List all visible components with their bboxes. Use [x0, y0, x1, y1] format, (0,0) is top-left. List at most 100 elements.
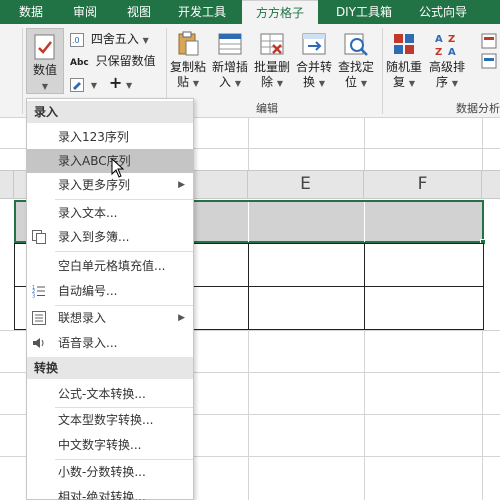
menu-item-label: 联想录入: [58, 311, 107, 325]
analysis-icon: [481, 33, 497, 69]
chevron-down-icon[interactable]: ▼: [126, 81, 132, 90]
round-icon: .0: [70, 32, 84, 47]
chevron-down-icon: ▼: [142, 36, 149, 45]
menu-item-label: 录入到多簿...: [58, 230, 130, 244]
table-border: [248, 243, 249, 330]
chevron-down-icon: ▼: [408, 79, 415, 88]
svg-text:Z: Z: [435, 47, 442, 58]
group-edit-label: 编辑: [256, 102, 278, 115]
merge-convert-label-1: 合并转: [295, 60, 332, 74]
copy-paste-label-2: 贴: [177, 75, 190, 89]
tab-view[interactable]: 视图: [116, 0, 162, 24]
random-repeat-button[interactable]: 随机重 复 ▼: [384, 30, 424, 91]
menu-item-relative-absolute[interactable]: 相对-绝对转换...: [27, 485, 193, 500]
table-border: [14, 243, 15, 330]
insert-button[interactable]: 新增插 入 ▼: [210, 30, 250, 91]
copy-paste-label-1: 复制粘: [169, 60, 206, 74]
batch-delete-label-2: 除: [261, 75, 274, 89]
menu-item-associate-input[interactable]: 联想录入 ▶: [27, 306, 193, 330]
menu-item-input-more[interactable]: 录入更多序列 ▶: [27, 173, 193, 197]
menu-item-input-abc[interactable]: 录入ABC序列: [27, 149, 193, 173]
grid-line: [482, 118, 483, 170]
menu-item-formula-text[interactable]: 公式-文本转换...: [27, 382, 193, 406]
svg-text:3: 3: [32, 294, 35, 299]
menu-item-label: 小数-分数转换...: [58, 465, 146, 479]
shuzhi-button[interactable]: 数值 ▼: [26, 28, 64, 94]
shuzhi-dropdown-menu: 录入 录入123序列 录入ABC序列 录入更多序列 ▶ 录入文本... 录入到多…: [26, 98, 194, 500]
random-repeat-label-1: 随机重: [385, 60, 422, 74]
insert-label-1: 新增插: [211, 60, 248, 74]
grid-line: [248, 330, 249, 500]
chevron-down-icon: ▼: [192, 79, 199, 88]
menu-item-label: 录入文本...: [58, 206, 118, 220]
insert-label-2: 入: [219, 75, 232, 89]
form-icon: [32, 311, 46, 325]
advanced-sort-label-1: 高级排: [428, 60, 465, 74]
menu-item-fill-blank[interactable]: 空白单元格填充值...: [27, 254, 193, 278]
column-header-f[interactable]: F: [364, 171, 482, 198]
ribbon-divider: [22, 28, 23, 114]
search-icon: [344, 33, 368, 56]
find-locate-label-1: 查找定: [337, 60, 374, 74]
menu-item-label: 公式-文本转换...: [58, 387, 146, 401]
random-repeat-label-2: 复: [393, 75, 406, 89]
speaker-icon: [33, 338, 44, 348]
menu-item-voice-input[interactable]: 语音录入...: [27, 331, 193, 355]
round-label: 四舍五入: [90, 32, 139, 46]
ribbon-divider: [382, 28, 383, 114]
insert-rows-icon: [218, 33, 242, 55]
chevron-down-icon: ▼: [234, 79, 241, 88]
menu-item-decimal-fraction[interactable]: 小数-分数转换...: [27, 460, 193, 484]
chevron-down-icon: ▼: [318, 79, 325, 88]
shuzhi-label: 数值: [32, 63, 57, 77]
copy-paste-button[interactable]: 复制粘 贴 ▼: [168, 30, 208, 91]
merge-convert-label-2: 换: [303, 75, 316, 89]
chevron-down-icon: ▼: [41, 82, 49, 91]
menu-item-label: 相对-绝对转换...: [58, 490, 146, 500]
row-header-corner: [0, 171, 14, 198]
merge-icon: [302, 33, 326, 55]
chevron-down-icon: ▼: [360, 79, 367, 88]
edit-cell-icon[interactable]: [70, 77, 84, 92]
keep-value-button[interactable]: Abc 只保留数值: [70, 52, 156, 70]
menu-item-text-number[interactable]: 文本型数字转换...: [27, 408, 193, 432]
tab-fangfang-gezi[interactable]: 方方格子: [242, 0, 318, 24]
menu-separator: [55, 251, 193, 252]
menu-section-input: 录入: [27, 101, 193, 123]
menu-item-input-123[interactable]: 录入123序列: [27, 125, 193, 149]
more-analysis-button[interactable]: [478, 32, 500, 74]
menu-item-label: 自动编号...: [58, 284, 118, 298]
find-locate-button[interactable]: 查找定 位 ▼: [336, 30, 376, 91]
tab-diy-toolbox[interactable]: DIY工具箱: [326, 0, 402, 24]
plus-icon[interactable]: +: [109, 73, 122, 92]
advanced-sort-button[interactable]: A Z Z A 高级排 序 ▼: [426, 30, 468, 91]
tab-data[interactable]: 数据: [8, 0, 54, 24]
clipboard-icon: [178, 31, 199, 56]
menu-item-input-multi-workbook[interactable]: 录入到多簿...: [27, 225, 193, 249]
menu-item-auto-number[interactable]: 1 2 3 自动编号...: [27, 279, 193, 303]
tab-formula-wizard[interactable]: 公式向导: [410, 0, 476, 24]
selection-grid-line: [248, 202, 249, 242]
menu-separator: [55, 199, 193, 200]
menu-item-input-text[interactable]: 录入文本...: [27, 201, 193, 225]
merge-convert-button[interactable]: 合并转 换 ▼: [294, 30, 334, 91]
small-tool-buttons: ▼ + ▼: [70, 74, 132, 92]
tab-review[interactable]: 审阅: [62, 0, 108, 24]
chevron-right-icon: ▶: [178, 180, 185, 190]
chevron-right-icon: ▶: [178, 313, 185, 323]
abc-icon: Abc: [70, 58, 89, 68]
tab-developer[interactable]: 开发工具: [170, 0, 234, 24]
round-button[interactable]: .0 四舍五入 ▼: [70, 30, 149, 48]
ribbon-tab-bar: 数据 审阅 视图 开发工具 方方格子 DIY工具箱 公式向导: [0, 0, 500, 24]
menu-item-label: 录入123序列: [58, 130, 129, 144]
chevron-down-icon[interactable]: ▼: [91, 81, 97, 90]
grid-line: [248, 118, 249, 170]
keep-value-label: 只保留数值: [95, 54, 156, 68]
menu-item-chinese-number[interactable]: 中文数字转换...: [27, 433, 193, 457]
numbered-list-icon: 1 2 3: [32, 285, 45, 299]
menu-item-label: 空白单元格填充值...: [58, 259, 166, 273]
batch-delete-button[interactable]: 批量删 除 ▼: [252, 30, 292, 91]
column-header-e[interactable]: E: [248, 171, 364, 198]
svg-text:.0: .0: [72, 36, 80, 45]
svg-text:Z: Z: [448, 34, 455, 45]
